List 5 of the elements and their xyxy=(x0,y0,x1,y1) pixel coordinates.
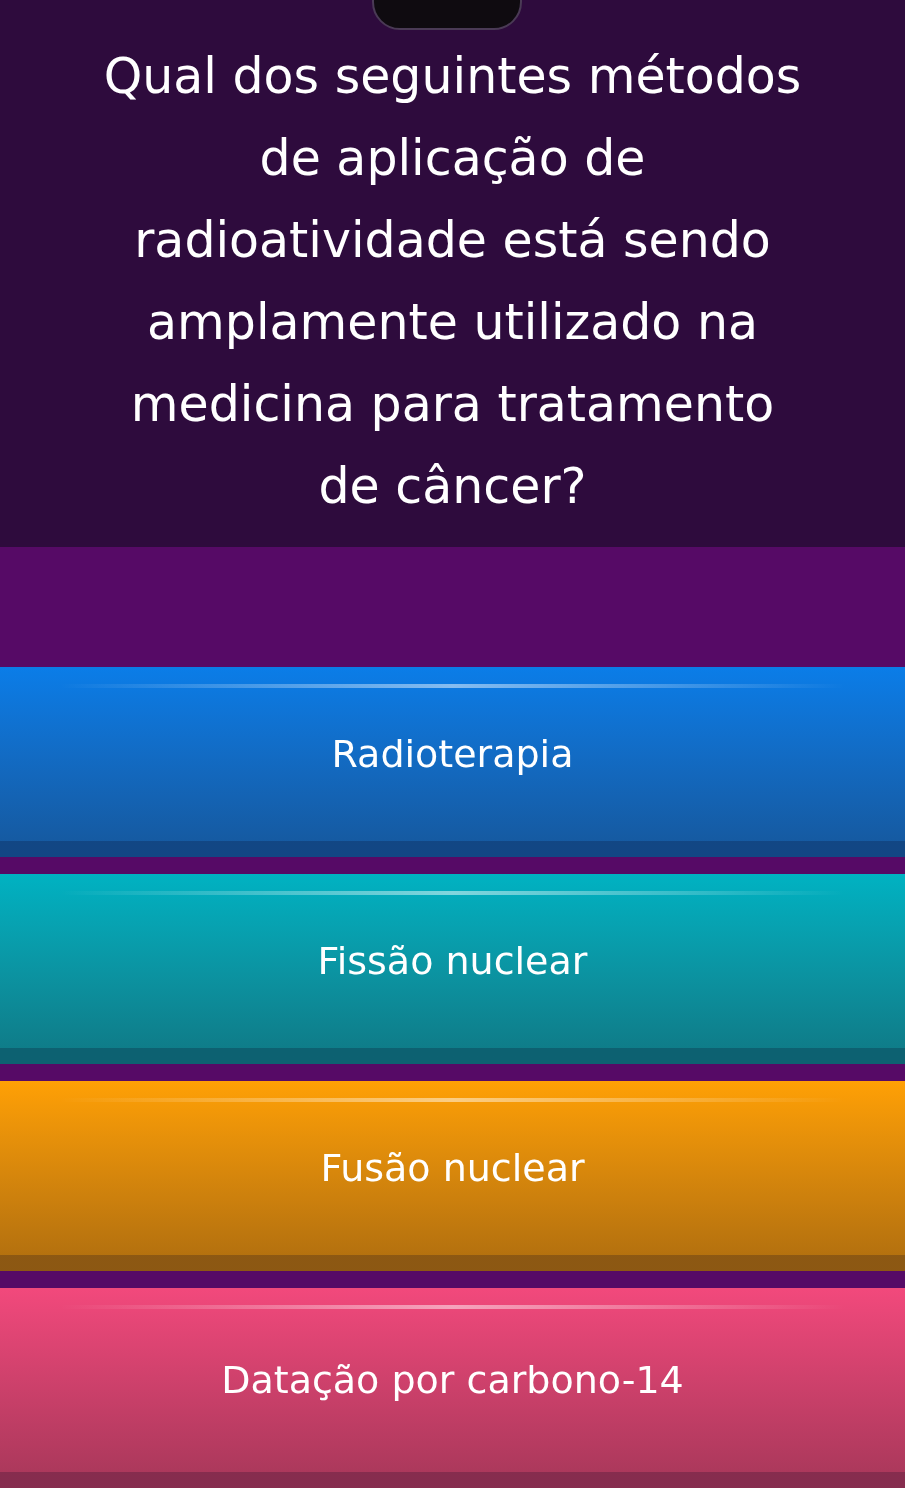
answer-button[interactable]: Fissão nuclear xyxy=(0,874,905,1064)
question-text: Qual dos seguintes métodos de aplicação de radioatividade está sendo amplamente utilizado na medicina para tratamento de câncer? xyxy=(102,46,803,517)
answer-button[interactable]: Datação por carbono-14 xyxy=(0,1288,905,1488)
answer-button[interactable]: Radioterapia xyxy=(0,667,905,857)
answer-button[interactable]: Fusão nuclear xyxy=(0,1081,905,1271)
